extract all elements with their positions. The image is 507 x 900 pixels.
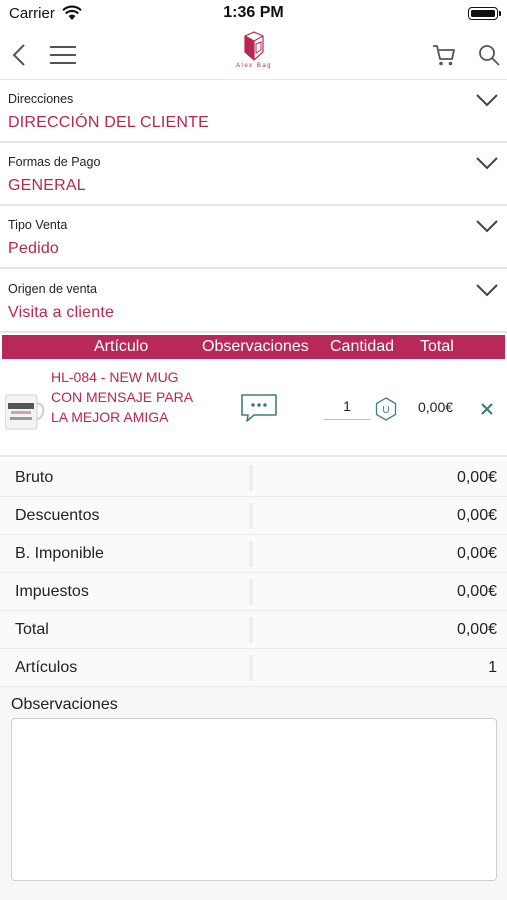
table-row[interactable]: HL-084 - NEW MUG CON MENSAJE PARA LA MEJ…: [0, 359, 507, 457]
summary-row-articulos: Artículos 1: [0, 649, 507, 687]
payment-method-value: GENERAL: [8, 177, 86, 194]
summary-label: Total: [15, 621, 49, 638]
summary-row-base-imponible: B. Imponible 0,00€: [0, 535, 507, 573]
payment-method-label: Formas de Pago: [8, 155, 101, 169]
notes-textarea[interactable]: [11, 718, 497, 881]
divider: [249, 503, 253, 529]
unit-hexagon-icon[interactable]: U: [375, 397, 397, 421]
sale-origin-value: Visita a cliente: [8, 304, 115, 321]
sale-type-label: Tipo Venta: [8, 218, 68, 232]
status-bar: Carrier 1:36 PM: [0, 0, 507, 28]
sale-type-selector[interactable]: Tipo Venta Pedido: [0, 207, 507, 269]
battery-icon: [468, 7, 501, 20]
search-icon[interactable]: [478, 44, 500, 66]
summary-value: 0,00€: [456, 469, 497, 486]
chevron-down-icon[interactable]: [475, 93, 499, 107]
divider: [249, 465, 253, 491]
back-icon[interactable]: [12, 43, 26, 67]
sale-type-value: Pedido: [8, 240, 60, 257]
summary-row-total: Total 0,00€: [0, 611, 507, 649]
chevron-down-icon[interactable]: [475, 283, 499, 297]
divider: [249, 579, 253, 605]
column-header-total: Total: [420, 338, 454, 355]
quantity-input[interactable]: 1: [324, 398, 370, 420]
product-name: HL-084 - NEW MUG CON MENSAJE PARA LA MEJ…: [51, 369, 193, 425]
sale-origin-selector[interactable]: Origen de venta Visita a cliente: [0, 271, 507, 333]
logo-icon: [244, 31, 264, 61]
sale-origin-label: Origen de venta: [8, 282, 97, 296]
divider: [249, 655, 253, 681]
close-icon[interactable]: [479, 401, 495, 417]
comment-icon[interactable]: [240, 393, 278, 423]
chevron-down-icon[interactable]: [475, 219, 499, 233]
summary-label: Impuestos: [15, 583, 89, 600]
address-label: Direcciones: [8, 92, 74, 106]
unit-label: U: [382, 405, 389, 416]
column-header-cantidad: Cantidad: [330, 338, 395, 355]
summary-value: 0,00€: [456, 545, 497, 562]
notes-section: Observaciones: [0, 687, 507, 900]
divider: [249, 541, 253, 567]
product-thumbnail: [5, 394, 45, 430]
address-value: DIRECCIÓN DEL CLIENTE: [8, 114, 209, 131]
totals-summary: Bruto 0,00€ Descuentos 0,00€ B. Imponibl…: [0, 459, 507, 687]
line-total: 0,00€: [418, 399, 454, 415]
clock: 1:36 PM: [223, 4, 284, 21]
summary-value: 0,00€: [456, 583, 497, 600]
chevron-down-icon[interactable]: [475, 156, 499, 170]
brand-logo: Alex Bag: [229, 30, 279, 76]
column-header-observaciones: Observaciones: [202, 338, 309, 355]
summary-value: 0,00€: [456, 621, 497, 638]
summary-label: Artículos: [15, 659, 78, 676]
summary-label: Bruto: [15, 469, 54, 486]
address-selector[interactable]: Direcciones DIRECCIÓN DEL CLIENTE: [0, 81, 507, 143]
summary-row-bruto: Bruto 0,00€: [0, 459, 507, 497]
notes-title: Observaciones: [11, 696, 118, 713]
summary-value: 1: [488, 659, 497, 676]
navigation-bar: Alex Bag: [0, 28, 507, 80]
summary-row-descuentos: Descuentos 0,00€: [0, 497, 507, 535]
items-table-header: Artículo Observaciones Cantidad Total: [2, 335, 505, 359]
summary-label: Descuentos: [15, 507, 100, 524]
payment-method-selector[interactable]: Formas de Pago GENERAL: [0, 144, 507, 206]
summary-value: 0,00€: [456, 507, 497, 524]
divider: [249, 617, 253, 643]
summary-row-impuestos: Impuestos 0,00€: [0, 573, 507, 611]
menu-icon[interactable]: [50, 46, 76, 65]
logo-text: Alex Bag: [235, 63, 272, 69]
summary-label: B. Imponible: [15, 545, 104, 562]
column-header-articulo: Artículo: [94, 338, 149, 355]
cart-icon[interactable]: [431, 42, 457, 68]
